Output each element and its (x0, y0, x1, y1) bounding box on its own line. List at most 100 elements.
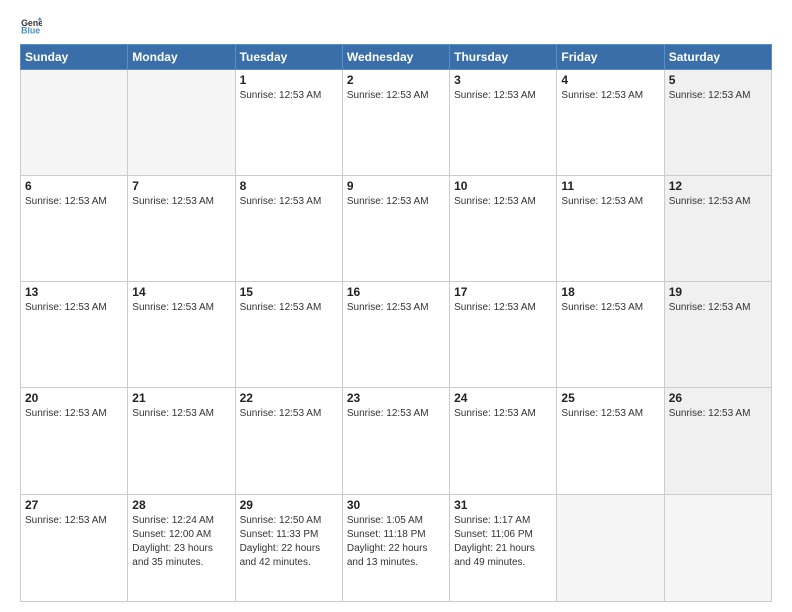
day-info: Sunrise: 12:53 AM (561, 89, 659, 103)
day-cell: 20 Sunrise: 12:53 AM (21, 388, 128, 494)
day-cell: 18 Sunrise: 12:53 AM (557, 282, 664, 388)
day-info: Sunrise: 12:53 AM (25, 407, 123, 421)
day-number: 20 (25, 391, 123, 405)
day-info: Sunrise: 12:53 AM (561, 195, 659, 209)
day-cell: 15 Sunrise: 12:53 AM (235, 282, 342, 388)
day-cell: 10 Sunrise: 12:53 AM (450, 176, 557, 282)
day-info: Sunrise: 12:50 AMSunset: 11:33 PMDayligh… (240, 514, 338, 570)
day-number: 12 (669, 179, 767, 193)
day-info: Sunrise: 12:53 AM (561, 407, 659, 421)
day-info: Sunrise: 1:05 AMSunset: 11:18 PMDaylight… (347, 514, 445, 570)
day-info: Sunrise: 12:53 AM (454, 195, 552, 209)
day-number: 4 (561, 73, 659, 87)
day-info: Sunrise: 12:53 AM (240, 301, 338, 315)
day-info: Sunrise: 12:53 AM (347, 301, 445, 315)
day-info: Sunrise: 12:24 AMSunset: 12:00 AMDayligh… (132, 514, 230, 570)
day-info: Sunrise: 1:17 AMSunset: 11:06 PMDaylight… (454, 514, 552, 570)
day-info: Sunrise: 12:53 AM (669, 195, 767, 209)
day-cell: 26 Sunrise: 12:53 AM (664, 388, 771, 494)
day-cell: 27 Sunrise: 12:53 AM (21, 494, 128, 602)
logo: General Blue (20, 16, 44, 38)
day-info: Sunrise: 12:53 AM (240, 89, 338, 103)
day-info: Sunrise: 12:53 AM (132, 407, 230, 421)
day-cell: 21 Sunrise: 12:53 AM (128, 388, 235, 494)
day-number: 6 (25, 179, 123, 193)
day-info: Sunrise: 12:53 AM (347, 195, 445, 209)
weekday-header-saturday: Saturday (664, 45, 771, 70)
weekday-header-sunday: Sunday (21, 45, 128, 70)
day-cell: 9Sunrise: 12:53 AM (342, 176, 449, 282)
day-number: 14 (132, 285, 230, 299)
day-number: 24 (454, 391, 552, 405)
day-info: Sunrise: 12:53 AM (561, 301, 659, 315)
day-cell: 6Sunrise: 12:53 AM (21, 176, 128, 282)
day-number: 30 (347, 498, 445, 512)
day-info: Sunrise: 12:53 AM (347, 407, 445, 421)
day-cell: 12 Sunrise: 12:53 AM (664, 176, 771, 282)
day-info: Sunrise: 12:53 AM (25, 514, 123, 528)
day-info: Sunrise: 12:53 AM (669, 89, 767, 103)
day-number: 10 (454, 179, 552, 193)
day-cell: 14 Sunrise: 12:53 AM (128, 282, 235, 388)
day-info: Sunrise: 12:53 AM (132, 301, 230, 315)
day-cell: 16Sunrise: 12:53 AM (342, 282, 449, 388)
day-cell (21, 70, 128, 176)
day-cell: 23 Sunrise: 12:53 AM (342, 388, 449, 494)
day-cell: 5 Sunrise: 12:53 AM (664, 70, 771, 176)
week-row-1: 1 Sunrise: 12:53 AM 2 Sunrise: 12:53 AM 3 Sun… (21, 70, 772, 176)
weekday-header-friday: Friday (557, 45, 664, 70)
day-number: 5 (669, 73, 767, 87)
day-cell: 17Sunrise: 12:53 AM (450, 282, 557, 388)
day-number: 23 (347, 391, 445, 405)
day-cell: 4 Sunrise: 12:53 AM (557, 70, 664, 176)
day-info: Sunrise: 12:53 AM (240, 195, 338, 209)
day-info: Sunrise: 12:53 AM (25, 301, 123, 315)
svg-text:Blue: Blue (21, 26, 40, 36)
weekday-header-monday: Monday (128, 45, 235, 70)
calendar-table: SundayMondayTuesdayWednesdayThursdayFrid… (20, 44, 772, 602)
day-info: Sunrise: 12:53 AM (454, 301, 552, 315)
day-cell: 31 Sunrise: 1:17 AMSunset: 11:06 PMDaylig… (450, 494, 557, 602)
weekday-header-row: SundayMondayTuesdayWednesdayThursdayFrid… (21, 45, 772, 70)
day-number: 28 (132, 498, 230, 512)
day-info: Sunrise: 12:53 AM (669, 301, 767, 315)
day-info: Sunrise: 12:53 AM (454, 407, 552, 421)
day-cell: 8Sunrise: 12:53 AM (235, 176, 342, 282)
day-cell: 25 Sunrise: 12:53 AM (557, 388, 664, 494)
day-number: 21 (132, 391, 230, 405)
day-number: 26 (669, 391, 767, 405)
day-info: Sunrise: 12:53 AM (347, 89, 445, 103)
week-row-4: 20Sunrise: 12:53 AM21Sunrise: 12:53 AM22… (21, 388, 772, 494)
day-cell: 19Sunrise: 12:53 AM (664, 282, 771, 388)
day-number: 25 (561, 391, 659, 405)
day-number: 18 (561, 285, 659, 299)
day-cell: 11Sunrise: 12:53 AM (557, 176, 664, 282)
day-cell: 7 Sunrise: 12:53 AM (128, 176, 235, 282)
day-number: 7 (132, 179, 230, 193)
day-number: 27 (25, 498, 123, 512)
day-cell: 30 Sunrise: 1:05 AMSunset: 11:18 PMDaylig… (342, 494, 449, 602)
day-info: Sunrise: 12:53 AM (669, 407, 767, 421)
day-number: 15 (240, 285, 338, 299)
logo-icon: General Blue (20, 16, 42, 38)
day-cell: 24 Sunrise: 12:53 AM (450, 388, 557, 494)
day-info: Sunrise: 12:53 AM (240, 407, 338, 421)
day-cell (557, 494, 664, 602)
day-number: 29 (240, 498, 338, 512)
day-number: 2 (347, 73, 445, 87)
week-row-5: 27 Sunrise: 12:53 AM 28 Sunrise: 12:24 AMSu… (21, 494, 772, 602)
weekday-header-tuesday: Tuesday (235, 45, 342, 70)
week-row-2: 6Sunrise: 12:53 AM7Sunrise: 12:53 AM8Sun… (21, 176, 772, 282)
day-cell: 1 Sunrise: 12:53 AM (235, 70, 342, 176)
day-cell (664, 494, 771, 602)
day-number: 1 (240, 73, 338, 87)
day-number: 31 (454, 498, 552, 512)
day-info: Sunrise: 12:53 AM (132, 195, 230, 209)
page: General Blue SundayMondayTuesdayWednesda… (0, 0, 792, 612)
day-cell: 29 Sunrise: 12:50 AMSunset: 11:33 PMDayli… (235, 494, 342, 602)
day-number: 3 (454, 73, 552, 87)
day-cell: 13Sunrise: 12:53 AM (21, 282, 128, 388)
weekday-header-wednesday: Wednesday (342, 45, 449, 70)
header: General Blue (20, 16, 772, 38)
day-cell: 2 Sunrise: 12:53 AM (342, 70, 449, 176)
